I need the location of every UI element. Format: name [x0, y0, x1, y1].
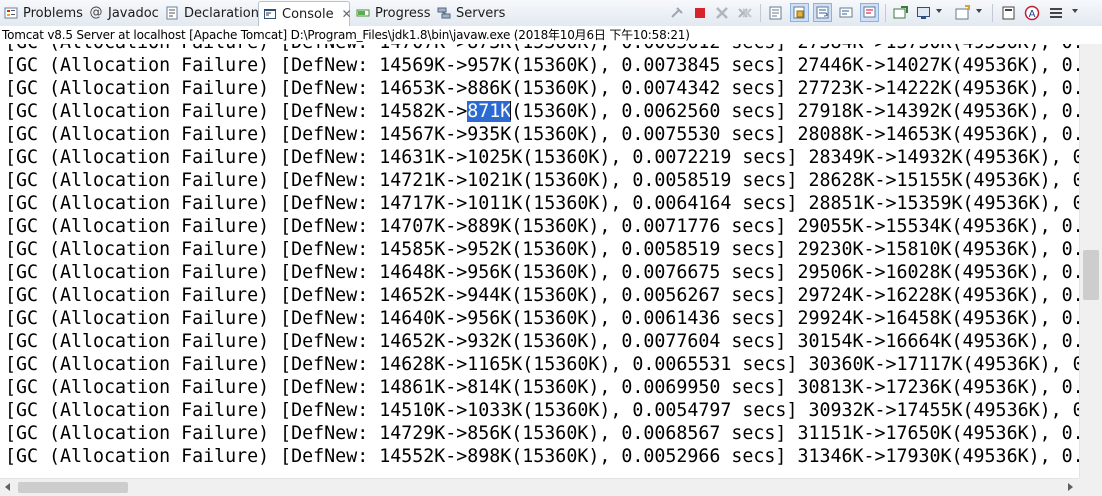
console-line: [GC (Allocation Failure) [DefNew: 14707K…	[5, 216, 1079, 237]
vertical-scrollbar[interactable]	[1079, 44, 1102, 478]
chevron-down-icon[interactable]	[1072, 9, 1078, 13]
console-icon	[263, 7, 277, 21]
text-selection: 871K	[467, 101, 512, 122]
chevron-down-icon[interactable]	[976, 9, 982, 13]
tab-label: Javadoc	[108, 5, 159, 21]
tab-progress[interactable]: Progress	[356, 1, 430, 25]
console-line: [GC (Allocation Failure) [DefNew: 14861K…	[5, 377, 1079, 398]
scroll-right-icon[interactable]	[1068, 483, 1073, 491]
console-line: [GC (Allocation Failure) [DefNew: 14567K…	[5, 124, 1079, 145]
console-line: [GC (Allocation Failure) [DefNew: 14648K…	[5, 262, 1079, 283]
toolbar-separator	[760, 4, 761, 22]
scroll-lock-icon[interactable]	[790, 3, 809, 22]
scrollbar-corner	[1079, 478, 1102, 496]
console-line: [GC (Allocation Failure) [DefNew: 14569K…	[5, 55, 1079, 76]
minimize-icon[interactable]	[999, 3, 1018, 22]
terminate-icon[interactable]	[690, 3, 709, 22]
tab-label: Servers	[456, 5, 506, 21]
remove-all-terminated-icon[interactable]	[735, 3, 754, 22]
tab-label: Problems	[23, 5, 83, 21]
console-line: [GC (Allocation Failure) [DefNew: 14585K…	[5, 239, 1079, 260]
tab-declaration[interactable]: Declaration	[165, 1, 259, 25]
pin-console-icon[interactable]	[667, 3, 686, 22]
word-wrap-icon[interactable]	[813, 3, 832, 22]
progress-icon	[356, 6, 370, 20]
view-tab-bar: Problems @ Javadoc Declaration Console ✕…	[0, 0, 1102, 27]
console-line: [GC (Allocation Failure) [DefNew: 14652K…	[5, 285, 1079, 306]
console-lines: [GC (Allocation Failure) [DefNew: 14707K…	[5, 44, 1079, 468]
tab-label: Console	[282, 6, 334, 22]
toolbar-separator	[992, 4, 993, 22]
svg-text:A: A	[1028, 9, 1035, 20]
show-stdout-icon[interactable]	[837, 3, 856, 22]
scroll-left-icon[interactable]	[5, 483, 10, 491]
chevron-down-icon[interactable]	[936, 9, 942, 13]
tab-servers[interactable]: Servers	[437, 1, 505, 25]
console-description: Tomcat v8.5 Server at localhost [Apache …	[0, 26, 1102, 44]
text-cursor	[510, 101, 512, 120]
view-menu-icon[interactable]	[1046, 3, 1065, 22]
tab-console[interactable]: Console ✕	[258, 1, 352, 26]
console-output[interactable]: [GC (Allocation Failure) [DefNew: 14707K…	[0, 44, 1079, 478]
console-line: [GC (Allocation Failure) [DefNew: 14653K…	[5, 78, 1079, 99]
console-line: [GC (Allocation Failure) [DefNew: 14552K…	[5, 446, 1079, 467]
tab-label: Declaration	[184, 5, 259, 21]
clear-console-icon[interactable]	[766, 3, 785, 22]
show-stderr-icon[interactable]	[860, 3, 879, 22]
tab-javadoc[interactable]: @ Javadoc	[89, 1, 159, 25]
console-line: [GC (Allocation Failure) [DefNew: 14729K…	[5, 423, 1079, 444]
display-selected-console-icon[interactable]	[914, 3, 933, 22]
console-line: [GC (Allocation Failure) [DefNew: 14640K…	[5, 308, 1079, 329]
console-line: [GC (Allocation Failure) [DefNew: 14721K…	[5, 170, 1079, 191]
pin-icon[interactable]	[891, 3, 910, 22]
console-line: [GC (Allocation Failure) [DefNew: 14707K…	[5, 44, 1079, 54]
toolbar-separator	[885, 4, 886, 22]
servers-icon	[437, 6, 451, 20]
tab-problems[interactable]: Problems	[4, 1, 83, 25]
tab-label: Progress	[375, 5, 431, 21]
console-line: [GC (Allocation Failure) [DefNew: 14717K…	[5, 193, 1079, 214]
javadoc-at-icon: @	[89, 5, 103, 20]
console-line: [GC (Allocation Failure) [DefNew: 14628K…	[5, 354, 1079, 375]
remove-launch-icon[interactable]	[712, 3, 731, 22]
maximize-icon[interactable]: A	[1022, 3, 1041, 22]
close-tab-icon[interactable]: ✕	[342, 7, 352, 21]
declaration-icon	[165, 6, 179, 20]
console-line: [GC (Allocation Failure) [DefNew: 14652K…	[5, 331, 1079, 352]
open-console-icon[interactable]	[953, 3, 972, 22]
console-line: [GC (Allocation Failure) [DefNew: 14631K…	[5, 147, 1079, 168]
console-line: [GC (Allocation Failure) [DefNew: 14582K…	[5, 101, 1079, 122]
horizontal-scrollbar[interactable]	[0, 478, 1079, 496]
scrollbar-thumb[interactable]	[18, 482, 128, 493]
problems-icon	[4, 6, 18, 20]
console-line: [GC (Allocation Failure) [DefNew: 14510K…	[5, 400, 1079, 421]
scrollbar-thumb[interactable]	[1083, 250, 1099, 300]
